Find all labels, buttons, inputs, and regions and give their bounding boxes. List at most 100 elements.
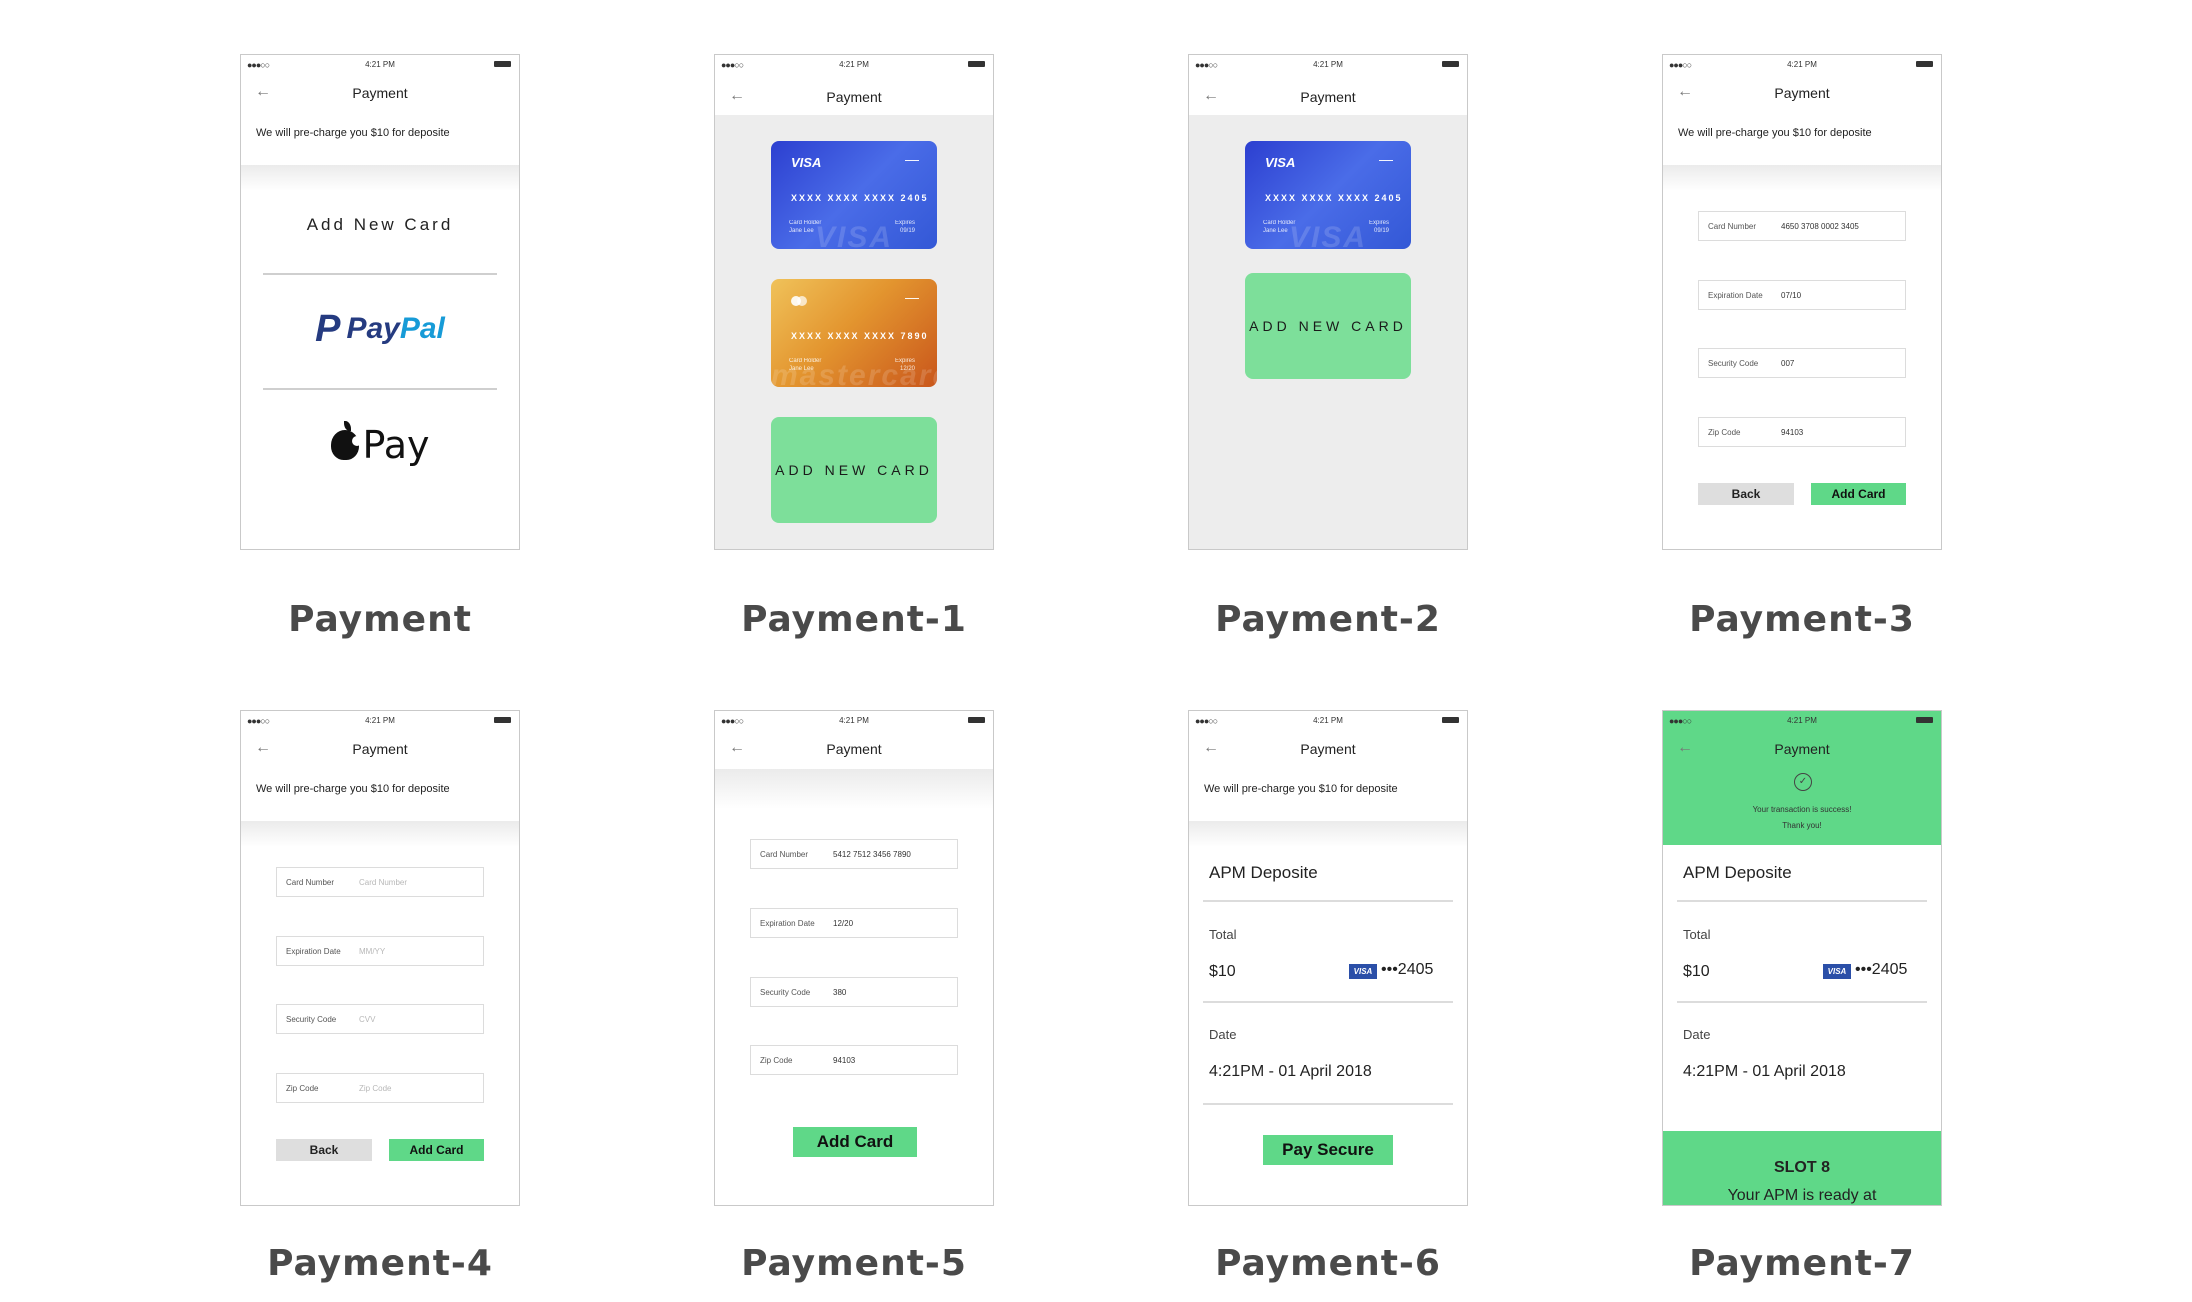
visa-icon: VISA (1349, 964, 1377, 979)
holder-label: Card Holder (789, 220, 822, 226)
visa-card[interactable]: VISA VISA — XXXX XXXX XXXX 2405 Card Hol… (1245, 141, 1411, 249)
total-label: Total (1683, 927, 1711, 942)
card-expiry: Expires 09/19 (895, 219, 915, 235)
phone-frame: ●●●○○ 4:21 PM ← Payment ✓ Your transacti… (1662, 710, 1942, 1206)
battery-icon (968, 717, 985, 723)
card-number-field[interactable]: Card Number 4650 3708 0002 3405 (1698, 211, 1906, 241)
shadow (1189, 821, 1467, 847)
paypal-option[interactable]: P PayPal (263, 308, 497, 351)
field-label: Expiration Date (760, 919, 815, 928)
status-time: 4:21 PM (1787, 716, 1817, 725)
field-value: 12/20 (833, 919, 854, 928)
back-button[interactable]: Back (276, 1139, 372, 1161)
nav-bar: ← Payment (1663, 731, 1941, 765)
phone-frame: ●●●○○ 4:21 PM ← Payment We will pre-char… (1188, 710, 1468, 1206)
field-label: Zip Code (760, 1056, 793, 1065)
add-new-card-button[interactable]: ADD NEW CARD (1245, 273, 1411, 379)
zip-code-field[interactable]: Zip Code 94103 (1698, 417, 1906, 447)
zip-code-field[interactable]: Zip Code Zip Code (276, 1073, 484, 1103)
phone-frame: ●●●○○ 4:21 PM ← Payment VISA VISA — XXXX… (714, 54, 994, 550)
expiry-value: 09/19 (1373, 228, 1389, 234)
expiration-date-field[interactable]: Expiration Date MM/YY (276, 936, 484, 966)
deposit-note: We will pre-charge you $10 for deposite (1204, 783, 1398, 795)
add-new-card-option[interactable]: Add New Card (263, 215, 497, 235)
status-bar: ●●●○○ 4:21 PM (1189, 55, 1467, 75)
expiry-label: Expires (894, 358, 915, 364)
nav-title: Payment (1300, 89, 1356, 105)
nav-bar: ← Payment (241, 75, 519, 109)
status-time: 4:21 PM (839, 716, 869, 725)
divider (1203, 900, 1453, 902)
status-time: 4:21 PM (839, 60, 869, 69)
battery-icon (968, 61, 985, 67)
date-value: 4:21PM - 01 April 2018 (1683, 1063, 1846, 1080)
battery-icon (1916, 717, 1933, 723)
shadow (241, 821, 519, 847)
zip-code-field[interactable]: Zip Code 94103 (750, 1045, 958, 1075)
field-label: Card Number (760, 850, 809, 859)
expiration-date-field[interactable]: Expiration Date 12/20 (750, 908, 958, 938)
add-card-button[interactable]: Add Card (793, 1127, 917, 1157)
screen-caption: Payment-3 (1689, 599, 1915, 640)
field-value: 94103 (1781, 428, 1804, 437)
add-new-card-button[interactable]: ADD NEW CARD (771, 417, 937, 523)
card-number-field[interactable]: Card Number 5412 7512 3456 7890 (750, 839, 958, 869)
card-number-field[interactable]: Card Number Card Number (276, 867, 484, 897)
phone-frame: ●●●○○ 4:21 PM ← Payment Card Number 5412… (714, 710, 994, 1206)
security-code-field[interactable]: Security Code 007 (1698, 348, 1906, 378)
thank-you-message: Thank you! (1782, 821, 1822, 830)
field-value: 94103 (833, 1056, 856, 1065)
nav-bar: ← Payment (241, 731, 519, 765)
slot-label: SLOT 8 (1773, 1159, 1830, 1176)
add-card-button[interactable]: Add Card (1811, 483, 1906, 505)
visa-logo: VISA (791, 155, 822, 170)
divider (263, 388, 497, 390)
divider (263, 273, 497, 275)
visa-logo: VISA (1265, 155, 1296, 170)
check-circle-icon: ✓ (1794, 773, 1812, 791)
battery-icon (1442, 717, 1459, 723)
expiration-date-field[interactable]: Expiration Date 07/10 (1698, 280, 1906, 310)
mastercard-logo-icon (791, 293, 807, 311)
field-label: Card Number (1708, 222, 1757, 231)
field-label: Expiration Date (286, 947, 341, 956)
card-menu-icon: — (905, 289, 919, 305)
field-label: Expiration Date (1708, 291, 1763, 300)
status-time: 4:21 PM (365, 716, 395, 725)
screen-caption: Payment-5 (741, 1243, 967, 1284)
add-card-button[interactable]: Add Card (389, 1139, 484, 1161)
card-last4: •••2405 (1855, 961, 1908, 978)
field-value: 007 (1781, 359, 1795, 368)
ready-prefix: Your APM is ready at (1727, 1187, 1877, 1204)
pay-secure-button[interactable]: Pay Secure (1263, 1135, 1393, 1165)
shadow (715, 769, 993, 809)
shadow (1663, 165, 1941, 191)
field-value: 380 (833, 988, 847, 997)
divider (1203, 1103, 1453, 1105)
paypal-logo-icon: P (315, 308, 341, 350)
status-bar: ●●●○○ 4:21 PM (241, 55, 519, 75)
nav-bar: ← Payment (1189, 731, 1467, 765)
card-expiry: Expires 12/20 (895, 357, 915, 373)
apple-pay-option[interactable]: Pay (263, 421, 497, 467)
status-bar: ●●●○○ 4:21 PM (1663, 55, 1941, 75)
nav-title: Payment (826, 89, 882, 105)
date-value: 4:21PM - 01 April 2018 (1209, 1063, 1372, 1080)
summary-title: APM Deposite (1209, 863, 1318, 882)
screen-caption: Payment (288, 599, 472, 640)
field-value: 07/10 (1781, 291, 1802, 300)
divider (1677, 1001, 1927, 1003)
card-menu-icon: — (1379, 151, 1393, 167)
holder-name: Jane Lee (789, 228, 814, 234)
back-button[interactable]: Back (1698, 483, 1794, 505)
total-label: Total (1209, 927, 1237, 942)
status-time: 4:21 PM (365, 60, 395, 69)
visa-card[interactable]: VISA VISA — XXXX XXXX XXXX 2405 Card Hol… (771, 141, 937, 249)
security-code-field[interactable]: Security Code CVV (276, 1004, 484, 1034)
mastercard-card[interactable]: mastercard — XXXX XXXX XXXX 7890 Card Ho… (771, 279, 937, 387)
field-label: Zip Code (1708, 428, 1741, 437)
security-code-field[interactable]: Security Code 380 (750, 977, 958, 1007)
screen-caption: Payment-2 (1215, 599, 1441, 640)
nav-bar: ← Payment (1189, 75, 1467, 109)
total-value: $10 (1683, 963, 1710, 980)
